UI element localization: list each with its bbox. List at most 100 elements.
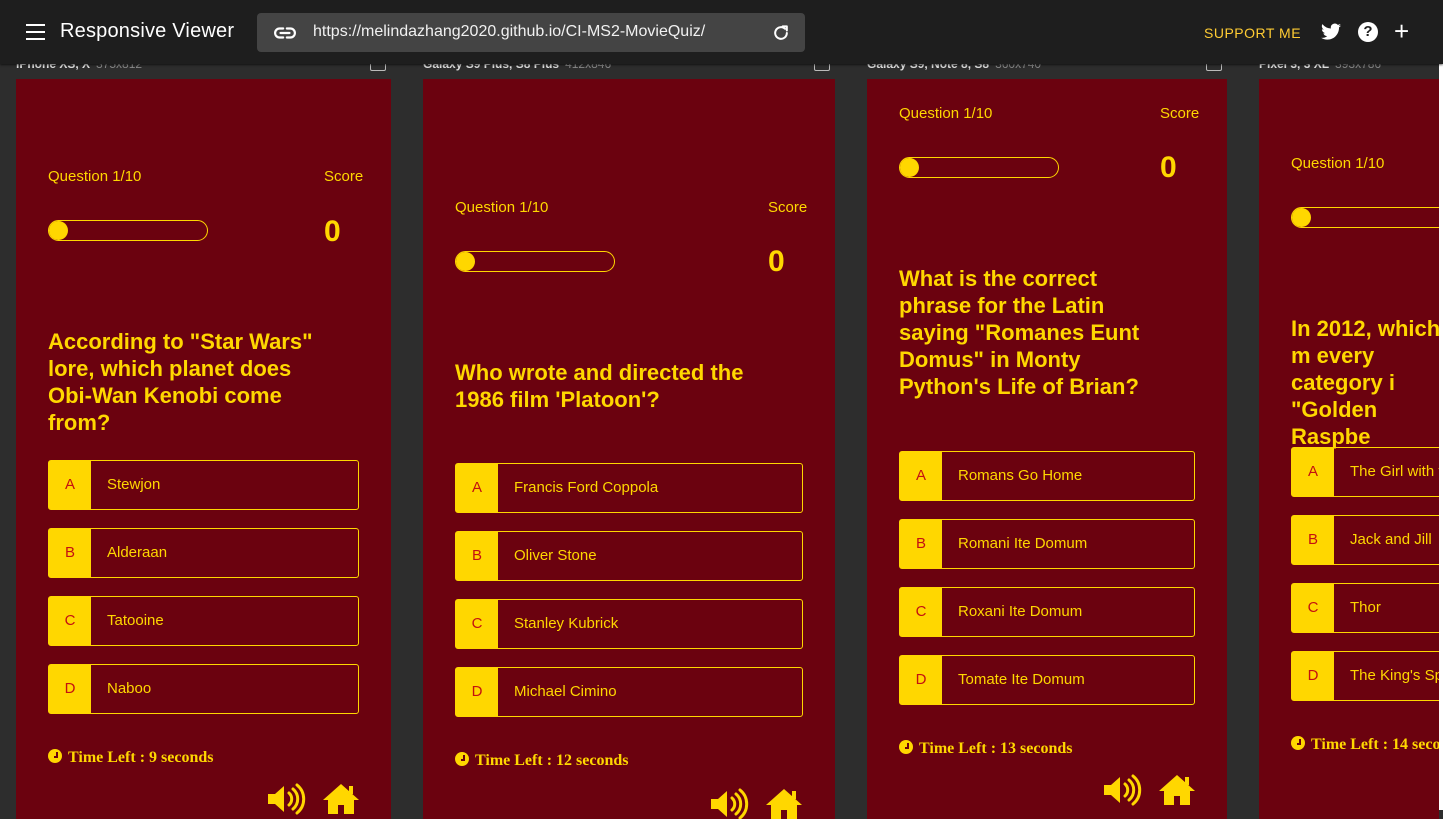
answer-text: Stewjon bbox=[107, 476, 161, 493]
link-icon bbox=[274, 27, 296, 39]
answer-text: The Girl with the bbox=[1350, 463, 1439, 480]
answer-option-d[interactable]: D The King's Spee bbox=[1291, 651, 1439, 701]
hamburger-menu-icon[interactable] bbox=[26, 24, 45, 40]
answer-option-b[interactable]: B Alderaan bbox=[48, 528, 359, 578]
answer-text: Romani Ite Domum bbox=[958, 535, 1088, 552]
score-value: 0 bbox=[768, 245, 785, 278]
answer-letter: D bbox=[900, 656, 942, 704]
timer: Time Left : 9 seconds bbox=[48, 749, 213, 767]
question-counter: Question 1/10 bbox=[48, 168, 142, 185]
answer-letter: C bbox=[49, 597, 91, 645]
score-label: Score bbox=[768, 199, 808, 216]
answer-letter: C bbox=[1292, 584, 1334, 632]
add-device-icon[interactable]: + bbox=[1394, 18, 1409, 44]
question-counter: Question 1/10 bbox=[1291, 155, 1385, 172]
twitter-icon[interactable] bbox=[1321, 23, 1342, 41]
answer-text: Tatooine bbox=[107, 612, 164, 629]
answer-text: Stanley Kubrick bbox=[514, 615, 619, 632]
score-value: 0 bbox=[324, 215, 341, 248]
answer-text: Michael Cimino bbox=[514, 683, 617, 700]
clock-icon bbox=[48, 749, 62, 763]
progress-bar bbox=[455, 251, 615, 272]
answer-text: The King's Spee bbox=[1350, 667, 1439, 684]
help-icon[interactable]: ? bbox=[1358, 22, 1378, 42]
progress-fill bbox=[1292, 208, 1311, 227]
question-counter: Question 1/10 bbox=[899, 105, 993, 122]
answer-option-a[interactable]: A Stewjon bbox=[48, 460, 359, 510]
answer-option-a[interactable]: A The Girl with the bbox=[1291, 447, 1439, 497]
url-bar[interactable]: https://melindazhang2020.github.io/CI-MS… bbox=[257, 13, 805, 52]
answer-text: Roxani Ite Domum bbox=[958, 603, 1083, 620]
answer-letter: A bbox=[900, 452, 942, 500]
home-icon[interactable] bbox=[764, 787, 804, 819]
answer-letter: B bbox=[456, 532, 498, 580]
answer-option-c[interactable]: C Tatooine bbox=[48, 596, 359, 646]
answer-text: Romans Go Home bbox=[958, 467, 1083, 484]
timer: Time Left : 14 seco bbox=[1291, 736, 1439, 754]
answer-letter: D bbox=[456, 668, 498, 716]
progress-fill bbox=[456, 252, 475, 271]
question-text: Who wrote and directed the 1986 film 'Pl… bbox=[455, 360, 744, 412]
device-frame-galaxy-s9-plus: Question 1/10 Score 0 Who wrote and dire… bbox=[423, 79, 835, 819]
answer-option-c[interactable]: C Stanley Kubrick bbox=[455, 599, 803, 649]
score-label: Score bbox=[1160, 105, 1200, 122]
home-icon[interactable] bbox=[321, 782, 361, 816]
url-text[interactable]: https://melindazhang2020.github.io/CI-MS… bbox=[313, 23, 705, 41]
scrollbar[interactable] bbox=[1439, 64, 1443, 810]
progress-bar bbox=[48, 220, 208, 241]
sound-icon[interactable] bbox=[709, 787, 749, 819]
answer-letter: B bbox=[1292, 516, 1334, 564]
answer-letter: C bbox=[456, 600, 498, 648]
answer-letter: B bbox=[49, 529, 91, 577]
app-title: Responsive Viewer bbox=[60, 20, 235, 42]
answer-letter: D bbox=[49, 665, 91, 713]
answer-letter: A bbox=[1292, 448, 1334, 496]
clock-icon bbox=[1291, 736, 1305, 750]
question-counter: Question 1/10 bbox=[455, 199, 549, 216]
device-frame-pixel: Question 1/10 In 2012, which m every cat… bbox=[1259, 79, 1439, 819]
answer-option-c[interactable]: C Thor bbox=[1291, 583, 1439, 633]
timer: Time Left : 13 seconds bbox=[899, 740, 1072, 758]
score-label: Score bbox=[324, 168, 364, 185]
answer-option-c[interactable]: C Roxani Ite Domum bbox=[899, 587, 1195, 637]
answer-option-a[interactable]: A Romans Go Home bbox=[899, 451, 1195, 501]
progress-fill bbox=[900, 158, 919, 177]
answer-option-b[interactable]: B Romani Ite Domum bbox=[899, 519, 1195, 569]
clock-icon bbox=[455, 752, 469, 766]
device-frame-galaxy-s9: Question 1/10 Score 0 What is the correc… bbox=[867, 79, 1227, 819]
sound-icon[interactable] bbox=[266, 782, 306, 816]
answer-option-d[interactable]: D Naboo bbox=[48, 664, 359, 714]
answer-letter: C bbox=[900, 588, 942, 636]
answer-option-b[interactable]: B Jack and Jill bbox=[1291, 515, 1439, 565]
progress-bar bbox=[899, 157, 1059, 178]
progress-bar bbox=[1291, 207, 1439, 228]
device-frame-iphone: Question 1/10 Score 0 According to "Star… bbox=[16, 79, 391, 819]
sound-icon[interactable] bbox=[1102, 773, 1142, 807]
answer-option-d[interactable]: D Michael Cimino bbox=[455, 667, 803, 717]
answer-option-d[interactable]: D Tomate Ite Domum bbox=[899, 655, 1195, 705]
answer-option-a[interactable]: A Francis Ford Coppola bbox=[455, 463, 803, 513]
answer-text: Francis Ford Coppola bbox=[514, 479, 659, 496]
answer-text: Thor bbox=[1350, 599, 1381, 616]
clock-icon bbox=[899, 740, 913, 754]
answer-letter: A bbox=[456, 464, 498, 512]
answer-letter: A bbox=[49, 461, 91, 509]
timer: Time Left : 12 seconds bbox=[455, 752, 628, 770]
progress-fill bbox=[49, 221, 68, 240]
question-text: What is the correct phrase for the Latin… bbox=[899, 266, 1140, 399]
answer-text: Alderaan bbox=[107, 544, 168, 561]
answer-text: Naboo bbox=[107, 680, 152, 697]
answer-text: Tomate Ite Domum bbox=[958, 671, 1085, 688]
question-text: In 2012, which m every category i "Golde… bbox=[1291, 316, 1439, 449]
support-me-link[interactable]: SUPPORT ME bbox=[1204, 25, 1301, 41]
answer-text: Jack and Jill bbox=[1350, 531, 1432, 548]
answer-letter: B bbox=[900, 520, 942, 568]
home-icon[interactable] bbox=[1157, 773, 1197, 807]
answer-letter: D bbox=[1292, 652, 1334, 700]
reload-icon[interactable] bbox=[771, 23, 791, 43]
answer-option-b[interactable]: B Oliver Stone bbox=[455, 531, 803, 581]
score-value: 0 bbox=[1160, 151, 1177, 184]
top-bar: Responsive Viewer https://melindazhang20… bbox=[0, 0, 1443, 64]
question-text: According to "Star Wars" lore, which pla… bbox=[48, 329, 313, 435]
answer-text: Oliver Stone bbox=[514, 547, 597, 564]
